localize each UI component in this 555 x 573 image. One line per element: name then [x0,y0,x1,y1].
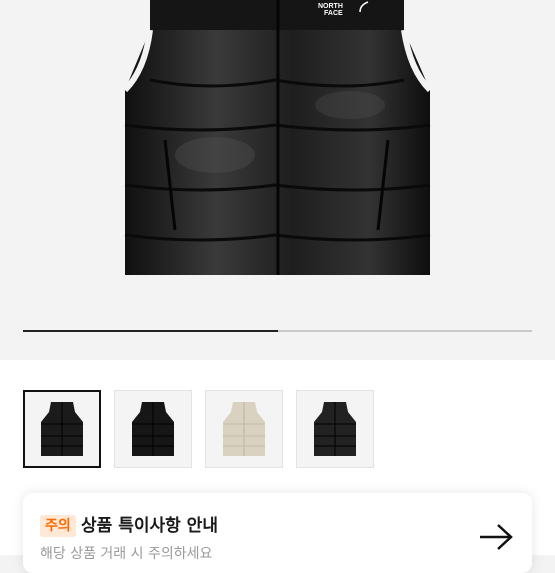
notice-description: 해당 상품 거래 시 주의하세요 [40,546,213,562]
caution-badge: 주의 [40,515,76,537]
thumbnail-2[interactable] [114,390,192,468]
svg-text:FACE: FACE [324,10,343,17]
product-notice-card[interactable]: 주의 상품 특이사항 안내 해당 상품 거래 시 주의하세요 [23,493,532,573]
thumbnail-vest-icon [132,402,174,456]
gallery-progress-bar [23,330,532,332]
thumbnail-vest-icon [223,402,265,456]
thumbnail-1[interactable] [23,390,101,468]
notice-title: 상품 특이사항 안내 [81,516,218,536]
thumbnail-vest-icon [314,402,356,456]
arrow-right-icon[interactable] [478,523,514,551]
thumbnail-4[interactable] [296,390,374,468]
svg-text:NORTH: NORTH [318,3,343,10]
thumbnail-3[interactable] [205,390,283,468]
thumbnail-vest-icon [41,402,83,456]
product-image-vest[interactable]: NORTH FACE [120,0,435,280]
product-image-gallery[interactable]: NORTH FACE [0,0,555,360]
gallery-progress-fill [23,330,278,332]
